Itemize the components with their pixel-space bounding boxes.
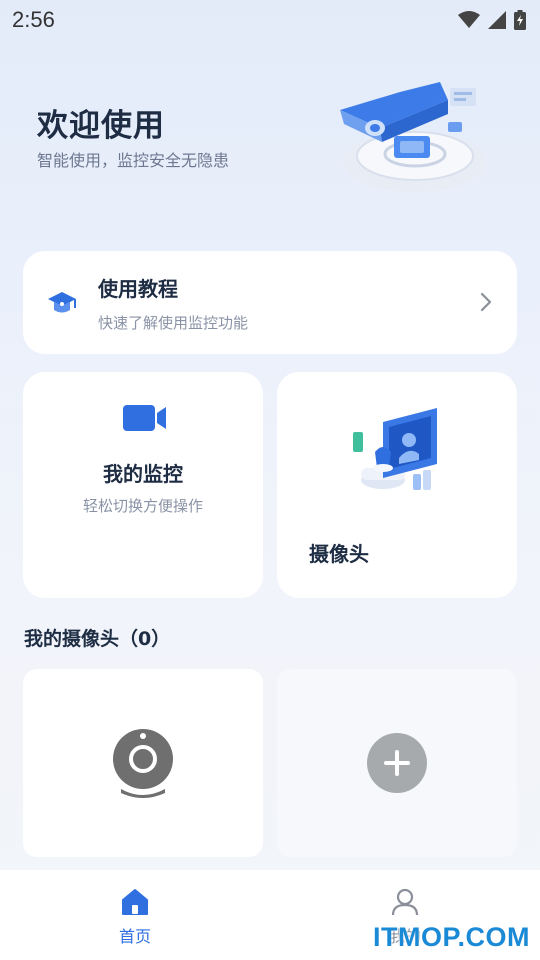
tutorial-title: 使用教程 [98, 277, 178, 301]
tutorial-subtitle: 快速了解使用监控功能 [98, 314, 249, 332]
video-camera-icon [123, 405, 166, 431]
signal-icon [488, 11, 506, 29]
camera-card[interactable]: 摄像头 [277, 372, 517, 598]
tab-home[interactable]: 首页 [0, 870, 270, 960]
home-icon [122, 889, 148, 915]
user-icon [391, 888, 419, 916]
graduation-cap-icon [48, 292, 76, 313]
wifi-icon [458, 11, 480, 28]
plus-icon[interactable] [367, 733, 427, 793]
camera-screen-illustration [353, 408, 437, 490]
hero-banner: 欢迎使用 智能使用，监控安全无隐患 [0, 60, 540, 220]
webcam-icon [113, 729, 173, 798]
tutorial-card[interactable]: 使用教程 快速了解使用监控功能 [23, 251, 517, 354]
watermark: ITMOP.COM [372, 922, 530, 952]
status-icons [458, 10, 526, 30]
my-cameras-title: 我的摄像头（0） [24, 628, 171, 650]
chevron-right-icon [480, 292, 492, 312]
status-time: 2:56 [12, 7, 55, 32]
add-camera-card[interactable] [277, 669, 517, 857]
my-monitor-card[interactable]: 我的监控 轻松切换方便操作 [23, 372, 263, 598]
my-monitor-title: 我的监控 [103, 462, 183, 486]
hero-subtitle: 智能使用，监控安全无隐患 [37, 151, 230, 170]
camera-title: 摄像头 [309, 542, 369, 566]
status-bar: 2:56 [0, 0, 540, 40]
battery-charging-icon [514, 10, 526, 30]
my-monitor-subtitle: 轻松切换方便操作 [82, 497, 203, 515]
camera-device-card[interactable] [23, 669, 263, 857]
security-camera-illustration [340, 82, 487, 192]
tab-home-label: 首页 [118, 927, 151, 946]
hero-title: 欢迎使用 [37, 108, 165, 144]
